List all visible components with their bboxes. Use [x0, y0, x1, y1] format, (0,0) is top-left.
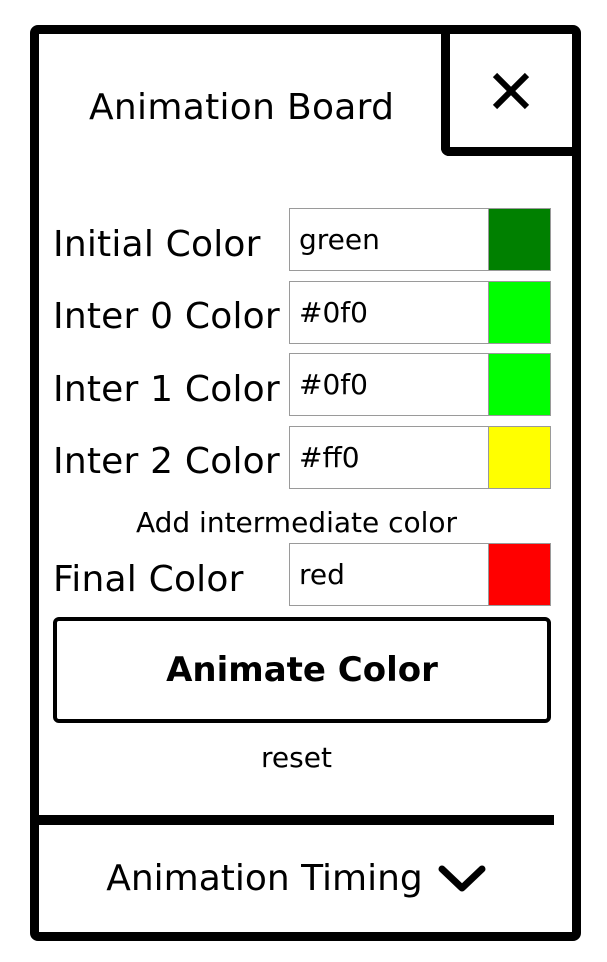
close-icon [492, 72, 530, 110]
close-button[interactable] [441, 34, 572, 156]
inter-1-color-swatch[interactable] [488, 353, 551, 416]
inter-0-color-input[interactable] [289, 281, 488, 344]
inter-0-color-swatch[interactable] [488, 281, 551, 344]
section-divider [39, 815, 554, 825]
inter-2-color-label: Inter 2 Color [53, 441, 280, 482]
animation-board-panel: Animation Board Initial Color Inter 0 Co… [30, 25, 581, 941]
initial-color-label: Initial Color [53, 224, 261, 265]
animate-color-button[interactable]: Animate Color [53, 617, 551, 723]
add-intermediate-color-link[interactable]: Add intermediate color [39, 506, 554, 539]
panel-title: Animation Board [89, 87, 395, 128]
reset-link[interactable]: reset [39, 741, 554, 774]
animation-timing-toggle[interactable]: Animation Timing [39, 825, 554, 932]
inter-2-color-swatch[interactable] [488, 426, 551, 489]
initial-color-input[interactable] [289, 208, 488, 271]
inter-0-color-label: Inter 0 Color [53, 296, 280, 337]
inter-1-color-label: Inter 1 Color [53, 369, 280, 410]
chevron-down-icon [437, 864, 487, 894]
animation-timing-label: Animation Timing [106, 858, 423, 899]
inter-1-color-input[interactable] [289, 353, 488, 416]
initial-color-swatch[interactable] [488, 208, 551, 271]
final-color-input[interactable] [289, 543, 488, 606]
final-color-swatch[interactable] [488, 543, 551, 606]
final-color-label: Final Color [53, 559, 244, 600]
inter-2-color-input[interactable] [289, 426, 488, 489]
